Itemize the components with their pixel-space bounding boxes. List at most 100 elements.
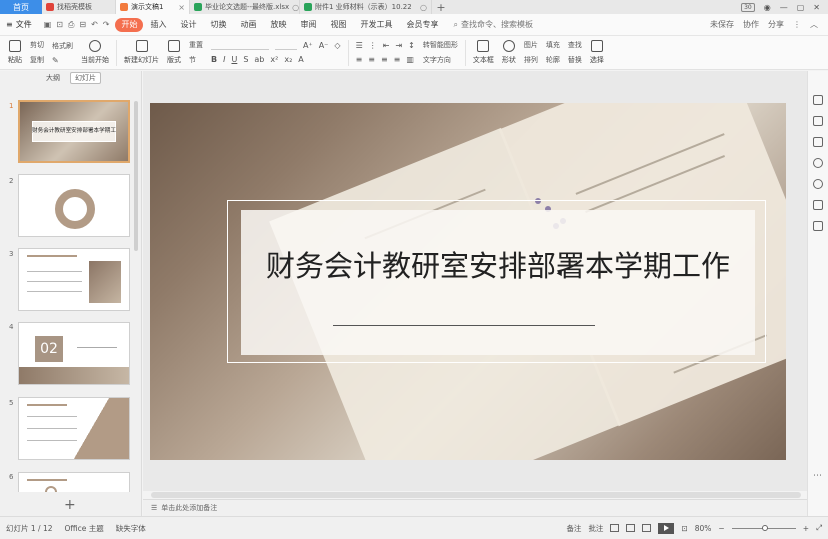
slide-thumbnail-4[interactable]: 02 [18,322,130,385]
align-left-icon[interactable]: ≡ [356,55,363,64]
play-from-current-button[interactable]: 当前开始 [77,38,113,68]
replace-button[interactable]: 替换 [568,55,582,65]
slide-thumbnail-list[interactable]: 1 财务会计教研室安排部署本学期工作 2 3 4 02 5 6 [0,87,142,492]
slide-thumbnail-1[interactable]: 财务会计教研室安排部署本学期工作 [18,100,130,163]
doc-tab-excel-1[interactable]: 毕业论文选题--最终版.xlsx ○ [190,0,300,14]
slide-title[interactable]: 财务会计教研室安排部署本学期工作 [241,243,755,285]
paste-button[interactable]: 粘贴 [4,38,26,68]
print-preview-icon[interactable]: ⊟ [79,20,86,30]
maximize-button[interactable]: ▢ [797,3,805,12]
indent-decrease-icon[interactable]: ⇤ [383,41,390,50]
bold-icon[interactable]: B [211,55,217,64]
tab-outline[interactable]: 大纲 [46,73,60,83]
doc-tab-excel-2[interactable]: 附件1 业师材料（示表）10.22 ○ [300,0,432,14]
font-shrink-icon[interactable]: A⁻ [319,41,329,50]
save-icon[interactable]: ▣ [44,20,52,30]
account-icon[interactable]: ◉ [764,3,771,12]
export-pdf-icon[interactable]: ⊡ [56,20,63,30]
arrange-button[interactable]: 排列 [524,55,538,65]
doc-tab-presentation[interactable]: 演示文稿1 × [116,0,190,14]
line-spacing-icon[interactable]: ↕ [408,41,415,50]
font-size-select[interactable] [275,41,297,50]
slide-thumbnail-3[interactable] [18,248,130,311]
copy-button[interactable]: 复制 [30,55,44,65]
textbox-button[interactable]: 文本框 [469,38,498,68]
slide-thumbnail-6[interactable] [18,472,130,492]
menu-member[interactable]: 会员专享 [399,18,445,32]
subscript-icon[interactable]: x₂ [284,55,292,64]
share-button[interactable]: 分享 [768,19,784,30]
slideshow-play-button[interactable] [658,522,675,534]
location-icon[interactable] [813,179,823,189]
tab-slides[interactable]: 幻灯片 [70,72,101,84]
command-search[interactable]: ⌕ 查找命令、搜索模板 [453,19,532,30]
pin-icon[interactable] [813,116,823,126]
font-grow-icon[interactable]: A⁺ [303,41,313,50]
shadow-icon[interactable]: S [243,55,248,64]
add-slide-button[interactable]: + [64,497,76,513]
minimize-button[interactable]: — [780,3,788,12]
properties-icon[interactable] [813,95,823,105]
notes-toggle[interactable]: 备注 [566,523,581,534]
shapes-button[interactable]: 形状 [498,38,520,68]
help-icon[interactable] [813,158,823,168]
font-family-select[interactable] [211,41,269,50]
outline-button[interactable]: 轮廓 [546,55,560,65]
strikethrough-icon[interactable]: ab [254,55,264,64]
zoom-slider-knob[interactable] [761,524,768,531]
notes-pane[interactable]: ☰ 单击此处添加备注 [143,499,807,516]
section-button[interactable]: 节 [189,55,203,65]
format-painter-button[interactable]: 格式刷 [52,41,73,51]
new-slide-button[interactable]: 新建幻灯片 [120,38,163,68]
layout-icon[interactable]: 30 [741,2,755,12]
redo-icon[interactable]: ↷ [103,20,110,30]
menu-start[interactable]: 开始 [115,17,144,32]
collapse-ribbon-icon[interactable]: ︿ [810,19,818,30]
undo-icon[interactable]: ↶ [91,20,98,30]
more-dots-icon[interactable]: ⋯ [813,471,823,481]
align-center-icon[interactable]: ≡ [368,55,375,64]
layout-button[interactable]: 版式 [163,38,185,68]
translate-icon[interactable] [813,221,823,231]
slide-thumbnail-5[interactable] [18,397,130,460]
zoom-value[interactable]: 80% [695,524,712,533]
theme-name[interactable]: Office 主题 [65,523,104,534]
new-tab-button[interactable]: + [432,0,450,14]
close-tab-icon[interactable]: × [178,3,185,12]
justify-icon[interactable]: ≡ [394,55,401,64]
menu-transition[interactable]: 切换 [203,18,233,32]
annotate-toggle[interactable]: 批注 [588,523,603,534]
slide-thumbnail-2[interactable] [18,174,130,237]
doc-tab-template[interactable]: 找稻壳模板 [42,0,116,14]
menu-slideshow[interactable]: 放映 [263,18,293,32]
convert-smartart-button[interactable]: 转智能图形 [423,40,458,50]
zoom-slider[interactable] [731,524,796,531]
numbering-icon[interactable]: ⋮ [369,41,377,50]
home-tab[interactable]: 首页 [0,0,42,14]
menu-insert[interactable]: 插入 [143,18,173,32]
reset-button[interactable]: 重置 [189,40,203,50]
print-icon[interactable]: ⎙ [68,20,74,30]
fill-button[interactable]: 填充 [546,40,560,50]
select-button[interactable]: 选择 [586,38,608,68]
file-menu[interactable]: ≡ 文件 [0,19,38,30]
menu-design[interactable]: 设计 [173,18,203,32]
unsaved-status[interactable]: 未保存 [710,19,734,30]
font-color-icon[interactable]: A [298,55,303,64]
menu-review[interactable]: 审阅 [293,18,323,32]
find-button[interactable]: 查找 [568,40,582,50]
underline-icon[interactable]: U [231,55,237,64]
more-icon[interactable]: ⋮ [793,20,801,29]
columns-icon[interactable]: ▥ [406,55,414,64]
menu-view[interactable]: 视图 [323,18,353,32]
picture-button[interactable]: 图片 [524,40,538,50]
zoom-out-icon[interactable]: − [718,524,724,533]
align-right-icon[interactable]: ≡ [381,55,388,64]
current-slide[interactable]: 财务会计教研室安排部署本学期工作 [150,103,786,460]
horizontal-scrollbar[interactable] [151,492,801,498]
cut-button[interactable]: 剪切 [30,40,44,50]
fit-window-icon[interactable]: ⊡ [681,524,687,533]
panel-scrollbar[interactable] [134,101,138,251]
comment-icon[interactable] [813,200,823,210]
bullets-icon[interactable]: ☰ [356,41,363,50]
